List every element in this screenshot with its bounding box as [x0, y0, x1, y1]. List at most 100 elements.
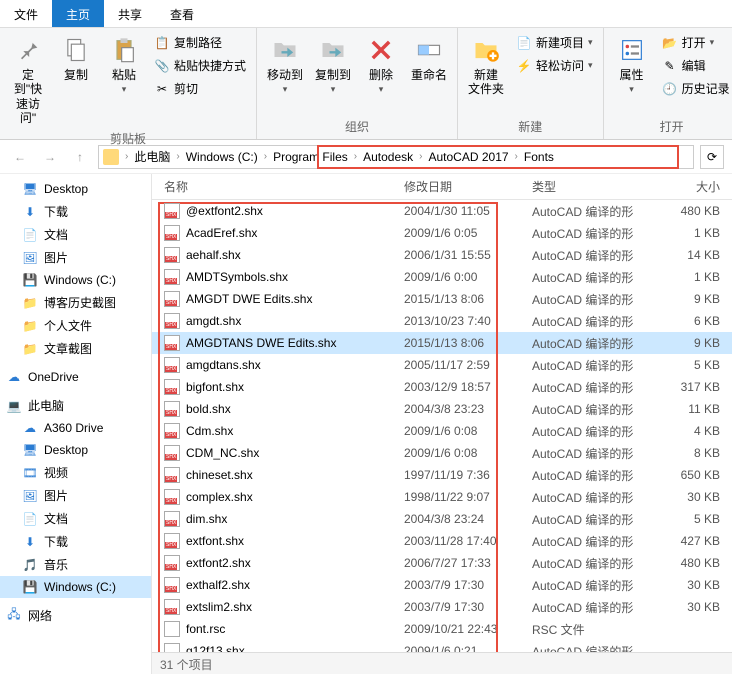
file-name: extslim2.shx	[186, 600, 252, 614]
paste-shortcut-label: 粘贴快捷方式	[174, 57, 246, 74]
sidebar-item-thispc[interactable]: 💻此电脑	[0, 394, 151, 417]
sidebar-item-windowsc2[interactable]: 💾Windows (C:)	[0, 576, 151, 598]
crumb-fonts[interactable]: Fonts	[520, 148, 558, 166]
table-row[interactable]: Cdm.shx2009/1/6 0:08AutoCAD 编译的形4 KB	[152, 420, 732, 442]
menu-share[interactable]: 共享	[104, 0, 156, 27]
sidebar-item-downloads2[interactable]: ⬇下载	[0, 530, 151, 553]
newfolder-button[interactable]: 新建 文件夹	[464, 32, 508, 116]
col-date[interactable]: 修改日期	[404, 178, 532, 195]
file-date: 2005/11/17 2:59	[404, 358, 532, 372]
table-row[interactable]: AMDTSymbols.shx2009/1/6 0:00AutoCAD 编译的形…	[152, 266, 732, 288]
easyaccess-button[interactable]: ⚡轻松访问▾	[512, 55, 597, 76]
desktop-icon: 🖥	[22, 181, 38, 197]
copy-path-button[interactable]: 📋复制路径	[150, 32, 250, 53]
crumb-thispc[interactable]: 此电脑	[130, 146, 174, 167]
menu-file[interactable]: 文件	[0, 0, 52, 27]
file-icon	[164, 313, 180, 329]
crumb-programfiles[interactable]: Program Files	[269, 148, 352, 166]
table-row[interactable]: extslim2.shx2003/7/9 17:30AutoCAD 编译的形30…	[152, 596, 732, 618]
table-row[interactable]: amgdtans.shx2005/11/17 2:59AutoCAD 编译的形5…	[152, 354, 732, 376]
paste-button[interactable]: 粘贴 ▾	[102, 32, 146, 128]
table-row[interactable]: AcadEref.shx2009/1/6 0:05AutoCAD 编译的形1 K…	[152, 222, 732, 244]
menu-view[interactable]: 查看	[156, 0, 208, 27]
file-type: AutoCAD 编译的形	[532, 577, 660, 594]
sidebar-item-documents[interactable]: 📄文档	[0, 223, 151, 246]
rename-button[interactable]: 重命名	[407, 32, 451, 116]
sidebar-label: 下载	[44, 203, 68, 220]
file-date: 2003/12/9 18:57	[404, 380, 532, 394]
table-row[interactable]: extfont.shx2003/11/28 17:40AutoCAD 编译的形4…	[152, 530, 732, 552]
nav-forward-button[interactable]: →	[38, 145, 62, 169]
sidebar-item-desktop2[interactable]: 🖥Desktop	[0, 439, 151, 461]
table-row[interactable]: bold.shx2004/3/8 23:23AutoCAD 编译的形11 KB	[152, 398, 732, 420]
open-button[interactable]: 📂打开▾	[658, 32, 732, 53]
table-row[interactable]: complex.shx1998/11/22 9:07AutoCAD 编译的形30…	[152, 486, 732, 508]
sidebar-item-articleshot[interactable]: 📁文章截图	[0, 337, 151, 360]
nav-up-button[interactable]: ↑	[68, 145, 92, 169]
newitem-button[interactable]: 📄新建项目▾	[512, 32, 597, 53]
video-icon: 🎞	[22, 465, 38, 481]
refresh-button[interactable]: ⟳	[700, 145, 724, 169]
nav-back-button[interactable]: ←	[8, 145, 32, 169]
table-row[interactable]: AMGDTANS DWE Edits.shx2015/1/13 8:06Auto…	[152, 332, 732, 354]
chevron-down-icon: ▾	[588, 37, 593, 48]
table-row[interactable]: CDM_NC.shx2009/1/6 0:08AutoCAD 编译的形8 KB	[152, 442, 732, 464]
sidebar-item-windowsc[interactable]: 💾Windows (C:)	[0, 269, 151, 291]
crumb-autocad[interactable]: AutoCAD 2017	[424, 148, 512, 166]
properties-button[interactable]: 属性▾	[610, 32, 654, 116]
table-row[interactable]: aehalf.shx2006/1/31 15:55AutoCAD 编译的形14 …	[152, 244, 732, 266]
file-name: AMDTSymbols.shx	[186, 270, 288, 284]
sidebar-item-videos[interactable]: 🎞视频	[0, 461, 151, 484]
sidebar-item-music[interactable]: 🎵音乐	[0, 553, 151, 576]
crumb-drive[interactable]: Windows (C:)	[182, 148, 262, 166]
sidebar-item-desktop[interactable]: 🖥Desktop	[0, 178, 151, 200]
scissors-icon: ✂	[154, 81, 170, 97]
col-type[interactable]: 类型	[532, 178, 660, 195]
sidebar-item-onedrive[interactable]: ☁OneDrive	[0, 366, 151, 388]
ribbon-group-new: 新建 文件夹 📄新建项目▾ ⚡轻松访问▾ 新建	[458, 28, 604, 139]
file-size: 30 KB	[660, 578, 730, 592]
sidebar-item-pictures[interactable]: 🖼图片	[0, 246, 151, 269]
menu-home[interactable]: 主页	[52, 0, 104, 27]
table-row[interactable]: AMGDT DWE Edits.shx2015/1/13 8:06AutoCAD…	[152, 288, 732, 310]
table-row[interactable]: dim.shx2004/3/8 23:24AutoCAD 编译的形5 KB	[152, 508, 732, 530]
table-row[interactable]: amgdt.shx2013/10/23 7:40AutoCAD 编译的形6 KB	[152, 310, 732, 332]
edit-button[interactable]: ✎编辑	[658, 55, 732, 76]
file-date: 2009/1/6 0:05	[404, 226, 532, 240]
col-size[interactable]: 大小	[660, 178, 730, 195]
copy-icon	[60, 34, 92, 66]
table-row[interactable]: @extfont2.shx2004/1/30 11:05AutoCAD 编译的形…	[152, 200, 732, 222]
pin-quickaccess-button[interactable]: 定到"快 速访问"	[6, 32, 50, 128]
sidebar-item-blogshot[interactable]: 📁博客历史截图	[0, 291, 151, 314]
delete-button[interactable]: 删除▾	[359, 32, 403, 116]
file-date: 1997/11/19 7:36	[404, 468, 532, 482]
sidebar-item-documents2[interactable]: 📄文档	[0, 507, 151, 530]
table-row[interactable]: bigfont.shx2003/12/9 18:57AutoCAD 编译的形31…	[152, 376, 732, 398]
file-date: 2004/1/30 11:05	[404, 204, 532, 218]
table-row[interactable]: exthalf2.shx2003/7/9 17:30AutoCAD 编译的形30…	[152, 574, 732, 596]
file-icon	[164, 203, 180, 219]
sidebar-item-personal[interactable]: 📁个人文件	[0, 314, 151, 337]
sidebar-item-network[interactable]: 🖧网络	[0, 604, 151, 627]
table-row[interactable]: extfont2.shx2006/7/27 17:33AutoCAD 编译的形4…	[152, 552, 732, 574]
cut-button[interactable]: ✂剪切	[150, 78, 250, 99]
folder-icon	[103, 149, 119, 165]
sidebar-item-downloads[interactable]: ⬇下载	[0, 200, 151, 223]
history-button[interactable]: 🕘历史记录	[658, 78, 732, 99]
crumb-autodesk[interactable]: Autodesk	[359, 148, 417, 166]
delete-label: 删除	[369, 68, 393, 82]
paste-shortcut-button[interactable]: 📎粘贴快捷方式	[150, 55, 250, 76]
sidebar-label: 图片	[44, 487, 68, 504]
sidebar-item-pictures2[interactable]: 🖼图片	[0, 484, 151, 507]
copy-button[interactable]: 复制	[54, 32, 98, 128]
sidebar-item-a360[interactable]: ☁A360 Drive	[0, 417, 151, 439]
copyto-label: 复制到	[315, 68, 351, 82]
moveto-button[interactable]: 移动到▾	[263, 32, 307, 116]
sidebar-label: 文档	[44, 510, 68, 527]
table-row[interactable]: chineset.shx1997/11/19 7:36AutoCAD 编译的形6…	[152, 464, 732, 486]
breadcrumb[interactable]: › 此电脑 › Windows (C:) › Program Files › A…	[98, 145, 694, 169]
file-size: 1 KB	[660, 270, 730, 284]
table-row[interactable]: font.rsc2009/10/21 22:43RSC 文件	[152, 618, 732, 640]
col-name[interactable]: 名称	[152, 178, 404, 195]
copyto-button[interactable]: 复制到▾	[311, 32, 355, 116]
